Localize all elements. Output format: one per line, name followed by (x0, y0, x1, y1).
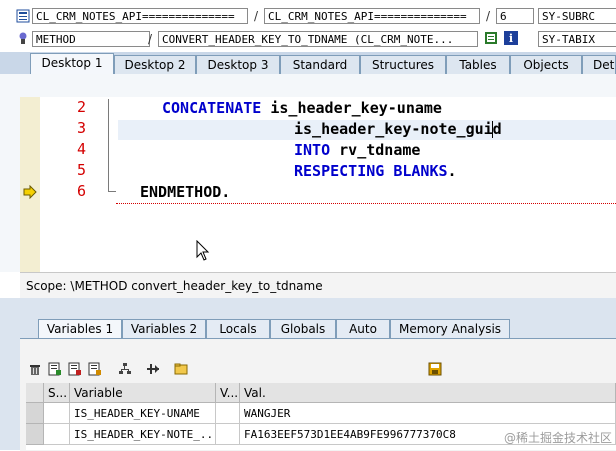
block-guide-line (108, 99, 109, 191)
table-cell-variable[interactable]: IS_HEADER_KEY-NOTE_... (70, 424, 216, 445)
tab-desktop-3[interactable]: Desktop 3 (196, 55, 280, 74)
column-header-status[interactable]: S... (44, 383, 70, 403)
save-icon[interactable] (428, 362, 442, 376)
tab-tables[interactable]: Tables (446, 55, 510, 74)
row-selector[interactable] (26, 403, 44, 424)
sy-tabix-field[interactable]: SY-TABIX (538, 31, 616, 47)
variables-list-icon[interactable] (88, 362, 102, 376)
column-header-value[interactable]: Val. (240, 383, 616, 403)
code-identifier: . (447, 162, 457, 180)
code-identifier: ENDMETHOD. (140, 183, 231, 201)
program-field[interactable]: CL_CRM_NOTES_API============== (32, 8, 248, 24)
tab-details[interactable]: Det (582, 55, 616, 74)
code-line-5: RESPECTING BLANKS. (294, 162, 457, 180)
info-icon[interactable]: i (504, 31, 518, 45)
event-type-field[interactable]: METHOD (32, 31, 150, 47)
text-caret (492, 121, 493, 138)
table-corner[interactable] (26, 383, 44, 403)
column-header-variable[interactable]: Variable (70, 383, 216, 403)
code-identifier: is_header_key-note_guid (294, 120, 502, 138)
separator: / (148, 32, 153, 46)
table-cell-value-type (216, 403, 240, 424)
tab-objects[interactable]: Objects (510, 55, 582, 74)
line-number-field[interactable]: 6 (496, 8, 534, 24)
tab-desktop-1[interactable]: Desktop 1 (30, 53, 114, 75)
delete-icon[interactable] (28, 362, 42, 376)
table-cell-status (44, 403, 70, 424)
load-variables-icon[interactable] (48, 362, 62, 376)
row-selector[interactable] (26, 424, 44, 445)
line-number: 3 (76, 119, 86, 137)
line-number: 6 (76, 182, 86, 200)
method-icon (16, 31, 30, 45)
code-identifier: rv_tdname (330, 141, 421, 159)
scope-indicator: Scope: \METHOD convert_header_key_to_tdn… (20, 272, 616, 298)
mouse-pointer-icon (196, 239, 210, 265)
current-statement-arrow-icon (23, 184, 37, 200)
code-line-2: CONCATENATE is_header_key-uname (162, 99, 442, 117)
code-keyword: INTO (294, 141, 331, 159)
code-keyword: RESPECTING BLANKS (294, 162, 448, 180)
code-line-4: INTO rv_tdname (294, 141, 420, 159)
code-line-6: ENDMETHOD. (140, 183, 230, 201)
code-line-3: is_header_key-note_guid (294, 120, 502, 138)
sy-subrc-field[interactable]: SY-SUBRC (538, 8, 616, 24)
tab-variables-1[interactable]: Variables 1 (38, 319, 122, 338)
table-cell-status (44, 424, 70, 445)
method-name-field[interactable]: CONVERT_HEADER_KEY_TO_TDNAME (CL_CRM_NOT… (158, 31, 478, 47)
table-cell-value-type (216, 424, 240, 445)
tab-memory-analysis[interactable]: Memory Analysis (390, 319, 510, 338)
column-header-value-type[interactable]: V... (216, 383, 240, 403)
include-field[interactable]: CL_CRM_NOTES_API============== (264, 8, 480, 24)
tab-standard[interactable]: Standard (280, 55, 360, 74)
tab-auto[interactable]: Auto (336, 319, 390, 338)
separator: / (254, 9, 259, 23)
program-icon (16, 9, 30, 23)
line-number: 4 (76, 140, 86, 158)
separator: / (486, 9, 491, 23)
method-end-marker (116, 203, 616, 204)
display-source-icon[interactable] (484, 31, 498, 45)
line-number: 2 (76, 98, 86, 116)
tab-desktop-2[interactable]: Desktop 2 (114, 55, 196, 74)
hierarchy-icon[interactable] (118, 362, 132, 376)
watermark: @稀土掘金技术社区 (503, 431, 612, 445)
save-variables-icon[interactable] (68, 362, 82, 376)
svg-text:i: i (509, 32, 513, 45)
table-cell-value[interactable]: WANGJER (240, 403, 616, 424)
tab-variables-2[interactable]: Variables 2 (122, 319, 206, 338)
line-number: 5 (76, 161, 86, 179)
table-cell-variable[interactable]: IS_HEADER_KEY-UNAME (70, 403, 216, 424)
code-identifier: is_header_key-uname (261, 99, 442, 117)
tab-locals[interactable]: Locals (206, 319, 270, 338)
block-guide-end (108, 191, 116, 192)
navigate-icon[interactable] (146, 362, 160, 376)
folder-icon[interactable] (174, 362, 188, 376)
code-keyword: CONCATENATE (162, 99, 262, 117)
tab-structures[interactable]: Structures (360, 55, 446, 74)
tab-globals[interactable]: Globals (270, 319, 336, 338)
